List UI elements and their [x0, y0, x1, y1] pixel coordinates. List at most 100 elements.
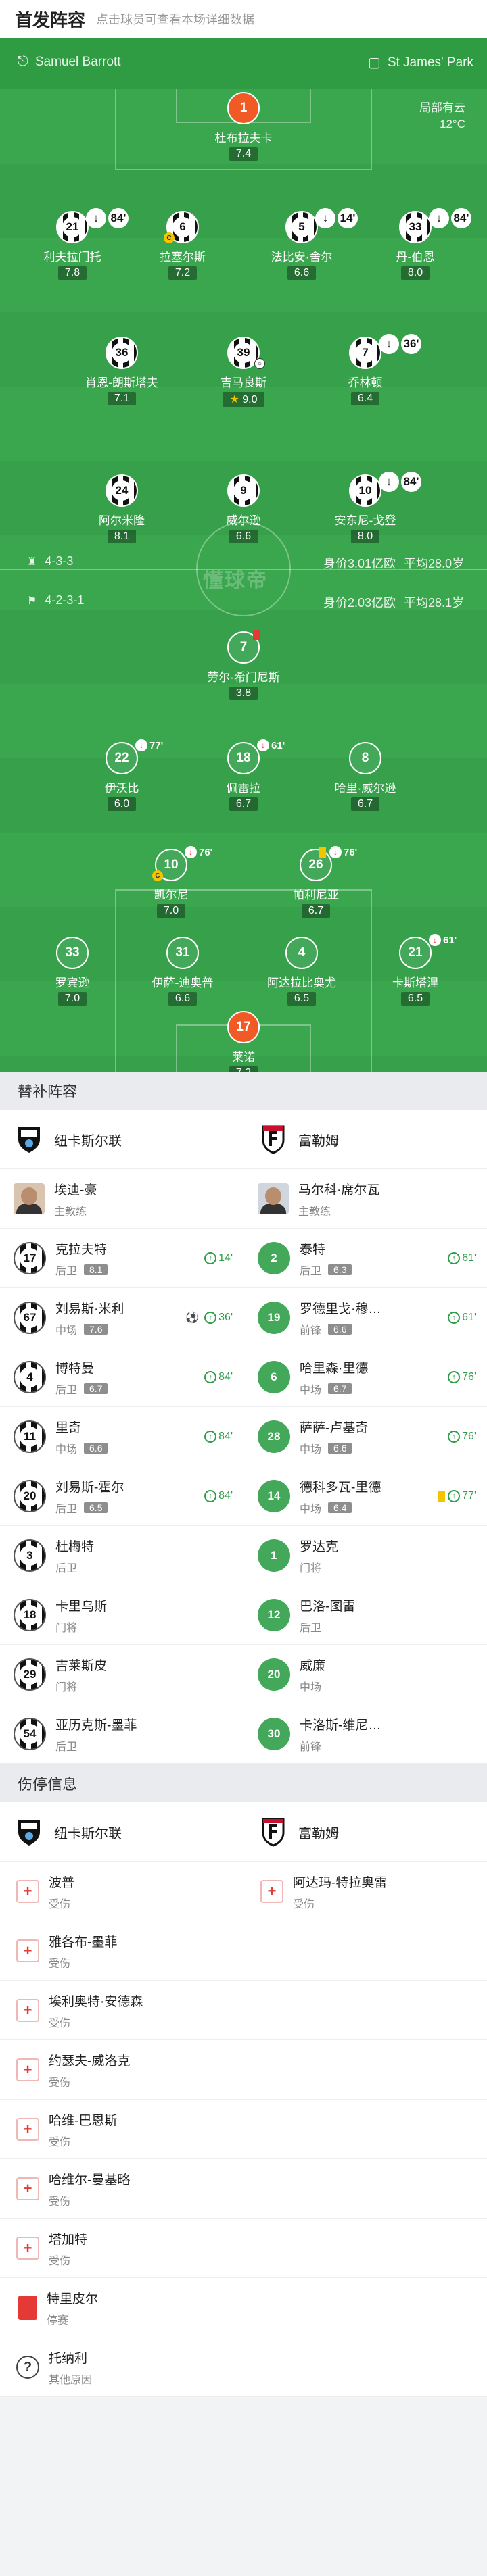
- away-player[interactable]: 8 哈里·威尔逊 6.7: [311, 742, 419, 811]
- home-sub-player[interactable]: 18 卡里乌斯 门将: [0, 1585, 244, 1645]
- home-player[interactable]: 5 ↓ 14' 法比安·舍尔 6.6: [248, 208, 358, 280]
- home-sub-player[interactable]: 11 里奇 中场 6.6 ↑ 84': [0, 1407, 244, 1466]
- sub-minute: 84': [218, 1371, 233, 1383]
- away-player[interactable]: 4 阿达拉比奥尤 6.5: [248, 937, 356, 1006]
- player-shirt: 11: [14, 1420, 46, 1453]
- player-name: 卡斯塔涅: [392, 976, 438, 989]
- away-player[interactable]: 21 ↓ 61' 卡斯塔涅 6.5: [361, 934, 469, 1006]
- player-shirt: 67: [14, 1302, 46, 1334]
- player-position: 前锋: [300, 1324, 322, 1337]
- home-sub-player[interactable]: 29 吉莱斯皮 门将: [0, 1645, 244, 1704]
- first-aid-icon: +: [16, 1999, 39, 2022]
- home-manager[interactable]: 埃迪-豪 主教练: [0, 1169, 244, 1229]
- sub-minute: 61': [462, 1312, 476, 1323]
- home-sub-player[interactable]: 17 克拉夫特 后卫 8.1 ↑ 14': [0, 1229, 244, 1288]
- sub-on-indicator: ↑ 76': [448, 1431, 476, 1443]
- away-sub-player[interactable]: 20 威廉 中场: [244, 1645, 487, 1704]
- sub-minute: 36': [218, 1312, 233, 1323]
- player-shirt: 7: [227, 630, 260, 664]
- star-icon: ★: [229, 394, 243, 405]
- shirt-number: 21: [62, 217, 83, 237]
- home-sub-player[interactable]: 54 亚历克斯-墨菲 后卫: [0, 1704, 244, 1764]
- away-player[interactable]: 17 莱诺 7.2: [189, 1011, 298, 1072]
- home-injured-player[interactable]: 特里皮尔 停赛: [0, 2278, 244, 2337]
- subs-away-team-name: 富勒姆: [298, 1133, 339, 1149]
- home-formation: ♜ 4-3-3: [27, 554, 73, 568]
- home-player[interactable]: 10 ↓ 84' 安东尼-戈登 8.0: [311, 472, 421, 543]
- home-injured-player[interactable]: + 哈维-巴恩斯 受伤: [0, 2100, 244, 2159]
- player-name: 威尔逊: [226, 514, 261, 527]
- away-sub-player[interactable]: 30 卡洛斯-维尼… 前锋: [244, 1704, 487, 1764]
- home-sub-player[interactable]: 4 博特曼 后卫 6.7 ↑ 84': [0, 1347, 244, 1407]
- player-name: 利夫拉门托: [43, 251, 101, 264]
- player-rating: 6.7: [350, 797, 380, 811]
- away-manager[interactable]: 马尔科·席尔瓦 主教练: [244, 1169, 487, 1229]
- player-shirt: 19: [258, 1302, 290, 1334]
- injury-status: 受伤: [49, 1958, 71, 1970]
- home-player[interactable]: 1 杜布拉夫卡 7.4: [189, 92, 298, 161]
- home-injured-player[interactable]: + 雅各布-墨菲 受伤: [0, 1921, 244, 1981]
- away-player[interactable]: 33 罗宾逊 7.0: [18, 937, 126, 1006]
- injury-home-team[interactable]: 纽卡斯尔联: [0, 1802, 244, 1862]
- home-player[interactable]: 7 ↓ 36' 乔林顿 6.4: [311, 334, 421, 405]
- player-name: 丹-伯恩: [396, 251, 435, 264]
- stadium-name: St James' Park: [387, 55, 473, 70]
- away-player[interactable]: 26 ↓ 76' 帕利尼亚 6.7: [262, 846, 370, 918]
- home-player[interactable]: 21 ↓ 84' 利夫拉门托 7.8: [18, 208, 129, 280]
- player-name: 塔加特: [49, 2232, 88, 2247]
- sub-off-indicator: ↓ 76': [185, 846, 212, 858]
- player-shirt: 31: [166, 937, 199, 969]
- player-name: 莱诺: [232, 1051, 255, 1064]
- player-name: 威廉: [300, 1658, 326, 1673]
- player-name: 阿尔米隆: [99, 514, 145, 527]
- home-injured-player[interactable]: + 塔加特 受伤: [0, 2219, 244, 2278]
- home-player[interactable]: 9 威尔逊 6.6: [189, 474, 298, 543]
- away-sub-player[interactable]: 28 萨萨-卢基奇 中场 6.6 ↑ 76': [244, 1407, 487, 1466]
- home-injured-player[interactable]: + 埃利奥特·安德森 受伤: [0, 1981, 244, 2040]
- away-sub-player[interactable]: 2 泰特 后卫 6.3 ↑ 61': [244, 1229, 487, 1288]
- yellow-card-icon: [438, 1491, 446, 1502]
- player-shirt: 17: [14, 1242, 46, 1274]
- away-player[interactable]: 7 劳尔·希门尼斯 3.8: [189, 630, 298, 700]
- sub-off-indicator: ↓ 84': [429, 208, 471, 228]
- home-sub-player[interactable]: 20 刘易斯-霍尔 后卫 6.5 ↑ 84': [0, 1466, 244, 1526]
- lineup-hint: 点击球员可查看本场详细数据: [96, 13, 255, 26]
- home-injured-player[interactable]: ? 托纳利 其他原因: [0, 2337, 244, 2397]
- sub-on-indicator: ↑ 84': [204, 1371, 233, 1383]
- subs-home-team[interactable]: 纽卡斯尔联: [0, 1110, 244, 1169]
- player-rating: 6.6: [287, 266, 317, 280]
- home-sub-player[interactable]: 3 杜梅特 后卫: [0, 1526, 244, 1585]
- away-injured-player[interactable]: + 阿达玛-特拉奥雷 受伤: [244, 1862, 487, 1921]
- player-name: 罗德里戈·穆…: [300, 1302, 381, 1316]
- player-name: 乔林顿: [348, 376, 383, 389]
- first-aid-icon: +: [260, 1880, 283, 1903]
- home-player[interactable]: 39 ○ 吉马良斯 ★ 9.0: [189, 337, 298, 407]
- home-sub-player[interactable]: 67 刘易斯·米利 中场 7.6 ⚽ ↑ 36': [0, 1288, 244, 1347]
- home-player[interactable]: 6 C 拉塞尔斯 7.2: [129, 211, 237, 280]
- player-name: 托纳利: [49, 2351, 88, 2366]
- away-sub-player[interactable]: 14 德科多瓦-里德 中场 6.4 ↑ 77': [244, 1466, 487, 1526]
- away-player[interactable]: 22 ↓ 77' 伊沃比 6.0: [68, 739, 176, 811]
- injury-away-team[interactable]: 富勒姆: [244, 1802, 487, 1862]
- home-player[interactable]: 36 肖恩-朗斯塔夫 7.1: [68, 337, 176, 405]
- home-player[interactable]: 33 ↓ 84' 丹-伯恩 8.0: [361, 208, 471, 280]
- away-player[interactable]: 18 ↓ 61' 佩雷拉 6.7: [189, 739, 298, 811]
- away-sub-player[interactable]: 1 罗达克 门将: [244, 1526, 487, 1585]
- away-manager-role: 主教练: [298, 1206, 331, 1218]
- player-rating: 8.1: [107, 530, 137, 543]
- home-injured-player[interactable]: + 波普 受伤: [0, 1862, 244, 1921]
- away-sub-player[interactable]: 12 巴洛-图雷 后卫: [244, 1585, 487, 1645]
- shirt-number: 18: [20, 1605, 40, 1625]
- away-player[interactable]: 31 伊萨-迪奥普 6.6: [129, 937, 237, 1006]
- home-player[interactable]: 24 阿尔米隆 8.1: [68, 474, 176, 543]
- away-sub-player[interactable]: 6 哈里森·里德 中场 6.7 ↑ 76': [244, 1347, 487, 1407]
- shirt-number: 11: [20, 1427, 40, 1447]
- away-player[interactable]: 10 ↓ 76' C 凯尔尼 7.0: [117, 846, 225, 918]
- subs-away-team[interactable]: 富勒姆: [244, 1110, 487, 1169]
- player-position: 中场: [300, 1503, 322, 1515]
- home-injured-player[interactable]: + 约瑟夫-威洛克 受伤: [0, 2040, 244, 2100]
- empty-cell: [244, 2159, 487, 2219]
- away-sub-player[interactable]: 19 罗德里戈·穆… 前锋 6.6 ↑ 61': [244, 1288, 487, 1347]
- first-aid-icon: +: [16, 2118, 39, 2141]
- home-injured-player[interactable]: + 哈维尔-曼基略 受伤: [0, 2159, 244, 2219]
